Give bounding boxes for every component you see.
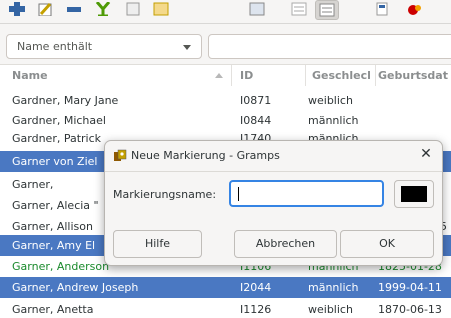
cell-name: Gardner, Mary Jane bbox=[12, 94, 119, 107]
close-icon[interactable]: ✕ bbox=[418, 146, 434, 162]
color-swatch bbox=[401, 186, 427, 202]
column-header-id[interactable]: ID bbox=[232, 65, 306, 86]
dialog-titlebar[interactable]: Neue Markierung - Gramps ✕ bbox=[105, 141, 442, 172]
column-header-birth[interactable]: Geburtsdat bbox=[376, 65, 451, 86]
tag-name-input[interactable] bbox=[229, 180, 384, 207]
tag-color-button[interactable] bbox=[394, 180, 434, 208]
table-row[interactable]: Garner, Anetta I1126 weiblich 1870-06-13 bbox=[0, 299, 451, 318]
view-tree-icon[interactable] bbox=[315, 0, 339, 20]
filter-combo[interactable]: Name enthält bbox=[6, 34, 202, 59]
new-tag-dialog: Neue Markierung - Gramps ✕ Markierungsna… bbox=[104, 140, 443, 266]
cell-name: Garner, Anetta bbox=[12, 303, 94, 316]
filter-search-input[interactable] bbox=[208, 34, 451, 59]
cell-gender: weiblich bbox=[308, 94, 353, 107]
view-flat-icon[interactable] bbox=[288, 0, 310, 18]
cell-gender: weiblich bbox=[308, 303, 353, 316]
table-row[interactable]: Gardner, Mary Jane I0871 weiblich bbox=[0, 90, 451, 111]
cell-birth: 1999-04-11 bbox=[378, 281, 442, 294]
ok-button[interactable]: OK bbox=[340, 230, 434, 258]
column-header-name[interactable]: Name bbox=[0, 65, 232, 86]
filter-icon[interactable] bbox=[122, 0, 144, 18]
gramps-app-icon bbox=[113, 149, 127, 166]
cell-birth: 1870-06-13 bbox=[378, 303, 442, 316]
dialog-title: Neue Markierung - Gramps bbox=[131, 149, 280, 162]
add-person-icon[interactable] bbox=[6, 0, 28, 18]
toolbar bbox=[0, 0, 451, 24]
column-header-birth-label: Geburtsdat bbox=[378, 69, 448, 82]
edit-icon[interactable] bbox=[34, 0, 56, 18]
remove-icon[interactable] bbox=[63, 0, 85, 18]
sort-ascending-icon bbox=[215, 73, 223, 78]
cell-gender: männlich bbox=[308, 281, 359, 294]
column-header-gender[interactable]: Geschlecl bbox=[306, 65, 376, 86]
sort-icon[interactable] bbox=[404, 0, 426, 18]
chevron-down-icon bbox=[183, 45, 191, 50]
filter-bar: Name enthält bbox=[0, 31, 451, 61]
cell-id: I2044 bbox=[240, 281, 272, 294]
text-caret bbox=[238, 187, 239, 201]
cell-name: Garner, Andrew Joseph bbox=[12, 281, 139, 294]
column-header-id-label: ID bbox=[240, 69, 254, 82]
help-button[interactable]: Hilfe bbox=[113, 230, 202, 258]
view-grouped-icon[interactable] bbox=[246, 0, 268, 18]
note-icon[interactable] bbox=[371, 0, 393, 18]
cell-id: I1126 bbox=[240, 303, 272, 316]
merge-icon[interactable] bbox=[92, 0, 114, 18]
tag-name-label: Markierungsname: bbox=[113, 188, 217, 201]
column-header-gender-label: Geschlecl bbox=[312, 69, 371, 82]
column-header-name-label: Name bbox=[12, 69, 48, 82]
table-row[interactable]: Garner, Andrew Joseph I2044 männlich 199… bbox=[0, 277, 451, 298]
bookmark-icon[interactable] bbox=[150, 0, 172, 18]
cell-id: I0871 bbox=[240, 94, 272, 107]
cancel-button[interactable]: Abbrechen bbox=[234, 230, 337, 258]
filter-combo-label: Name enthält bbox=[17, 40, 93, 53]
